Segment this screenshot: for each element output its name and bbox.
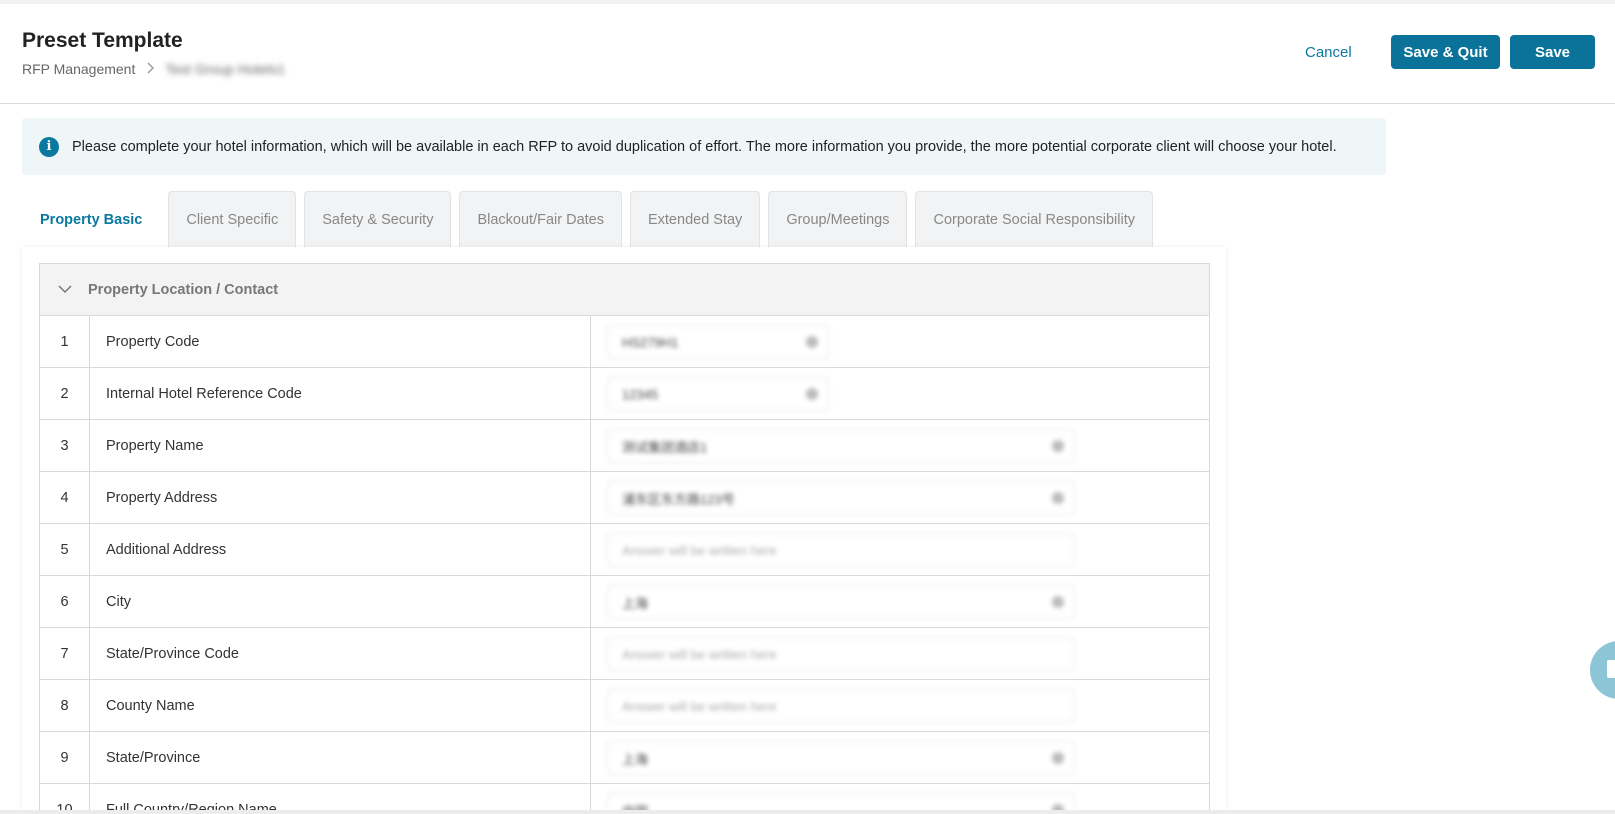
tab-corporate-social-responsibility[interactable]: Corporate Social Responsibility [915,191,1153,247]
answer-input[interactable]: 浦东区东方路123号 [607,481,1075,515]
row-number: 8 [40,680,90,731]
breadcrumb-root-link[interactable]: RFP Management [22,61,135,77]
chevron-right-icon [147,62,155,77]
tab-extended-stay[interactable]: Extended Stay [629,191,761,247]
row-number: 4 [40,472,90,523]
clear-icon[interactable] [1052,752,1064,764]
save-button[interactable]: Save [1510,35,1595,69]
questions-table: 1 Property Code HS279H1 2 Internal Hotel Ref… [39,316,1210,814]
question-label: Property Code [90,316,591,367]
row-number: 9 [40,732,90,783]
answer-value: 上海 [622,595,649,611]
bottom-scrollbar[interactable] [0,810,1615,814]
answer-input[interactable]: Answer will be written here [607,533,1075,567]
answer-value: HS279H1 [622,334,679,350]
breadcrumb: RFP Management Test Group Hotels1 [22,61,285,77]
answer-cell: 12345 [591,368,1209,419]
answer-input[interactable]: 上海 [607,741,1075,775]
question-label: State/Province [90,732,591,783]
clear-icon[interactable] [1052,596,1064,608]
breadcrumb-current: Test Group Hotels1 [165,61,286,77]
cancel-button[interactable]: Cancel [1305,44,1352,61]
table-row: 9 State/Province 上海 [39,732,1210,784]
tab-blackout-fair-dates[interactable]: Blackout/Fair Dates [459,191,622,247]
table-row: 5 Additional Address Answer will be writte… [39,524,1210,576]
question-label: City [90,576,591,627]
question-label: Internal Hotel Reference Code [90,368,591,419]
chat-icon [1607,660,1615,678]
answer-input[interactable]: HS279H1 [607,325,829,359]
answer-value: 12345 [622,386,659,402]
row-number: 1 [40,316,90,367]
question-label: Additional Address [90,524,591,575]
tab-client-specific[interactable]: Client Specific [168,191,297,247]
table-row: 2 Internal Hotel Reference Code 12345 [39,368,1210,420]
table-row: 1 Property Code HS279H1 [39,316,1210,368]
table-row: 3 Property Name 测试集团酒店1 [39,420,1210,472]
tab-property-basic[interactable]: Property Basic [22,191,161,247]
answer-input[interactable]: 12345 [607,377,829,411]
row-number: 3 [40,420,90,471]
answer-cell: 上海 [591,576,1209,627]
answer-cell: HS279H1 [591,316,1209,367]
answer-placeholder: Answer will be written here [622,698,777,714]
tab-bar: Property Basic Client Specific Safety & … [22,191,1161,247]
answer-cell: 测试集团酒店1 [591,420,1209,471]
chevron-down-icon [58,282,74,298]
row-number: 5 [40,524,90,575]
row-number: 2 [40,368,90,419]
answer-placeholder: Answer will be written here [622,646,777,662]
question-label: Property Address [90,472,591,523]
clear-icon[interactable] [1052,492,1064,504]
info-banner: i Please complete your hotel information… [22,118,1386,175]
row-number: 7 [40,628,90,679]
answer-value: 测试集团酒店1 [622,439,708,455]
clear-icon[interactable] [806,388,818,400]
question-label: State/Province Code [90,628,591,679]
save-and-quit-button[interactable]: Save & Quit [1391,35,1500,69]
answer-cell: Answer will be written here [591,524,1209,575]
table-row: 7 State/Province Code Answer will be writt… [39,628,1210,680]
table-row: 4 Property Address 浦东区东方路123号 [39,472,1210,524]
answer-input[interactable]: Answer will be written here [607,689,1075,723]
question-label: Property Name [90,420,591,471]
row-number: 6 [40,576,90,627]
answer-cell: Answer will be written here [591,680,1209,731]
page-title: Preset Template [22,29,183,52]
tab-group-meetings[interactable]: Group/Meetings [768,191,908,247]
clear-icon[interactable] [1052,440,1064,452]
page-header: Preset Template RFP Management Test Grou… [0,4,1615,104]
answer-input[interactable]: 上海 [607,585,1075,619]
section-header-property-location[interactable]: Property Location / Contact [39,263,1210,316]
answer-input[interactable]: Answer will be written here [607,637,1075,671]
answer-value: 上海 [622,751,649,767]
answer-placeholder: Answer will be written here [622,542,777,558]
tab-safety-security[interactable]: Safety & Security [304,191,452,247]
question-label: County Name [90,680,591,731]
answer-cell: 上海 [591,732,1209,783]
answer-cell: 浦东区东方路123号 [591,472,1209,523]
answer-value: 浦东区东方路123号 [622,491,735,507]
table-row: 6 City 上海 [39,576,1210,628]
answer-input[interactable]: 测试集团酒店1 [607,429,1075,463]
info-banner-text: Please complete your hotel information, … [72,138,1337,155]
table-row: 8 County Name Answer will be written here [39,680,1210,732]
answer-cell: Answer will be written here [591,628,1209,679]
section-title: Property Location / Contact [88,281,279,298]
clear-icon[interactable] [806,336,818,348]
info-icon: i [39,136,59,157]
